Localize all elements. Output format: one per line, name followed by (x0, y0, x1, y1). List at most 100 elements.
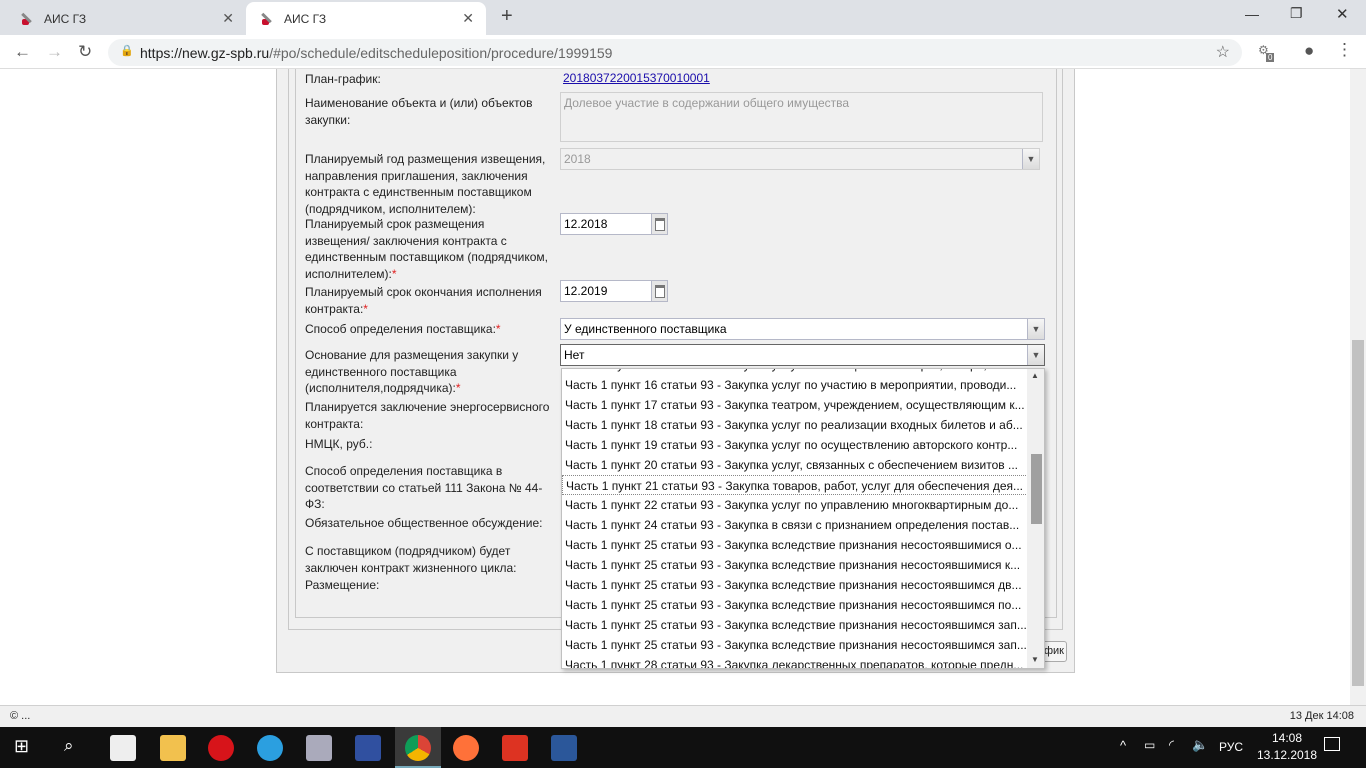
scroll-up-icon[interactable]: ▲ (1031, 371, 1039, 380)
year-value: 2018 (564, 152, 591, 166)
method-label-text: Способ определения поставщика: (305, 322, 496, 336)
url-host: https://new.gz-spb.ru (140, 44, 270, 61)
page-scrollbar-thumb[interactable] (1352, 340, 1364, 686)
file-explorer-icon[interactable] (160, 735, 186, 761)
new-tab-button[interactable]: + (501, 5, 513, 28)
required-mark: * (495, 322, 501, 336)
ie-icon[interactable] (257, 735, 283, 761)
status-right: 13 Дек 14:08 (1289, 710, 1354, 722)
clock-time[interactable]: 14:08 (1262, 731, 1312, 745)
scroll-down-icon[interactable]: ▼ (1031, 655, 1039, 664)
extension-icon[interactable]: ⚙ 0 (1258, 43, 1276, 62)
end-term-input[interactable]: 12.2019 (560, 280, 668, 302)
acrobat-icon[interactable] (502, 735, 528, 761)
app-icon[interactable] (306, 735, 332, 761)
url-path: /#po/schedule/editscheduleposition/proce… (269, 44, 613, 61)
dropdown-option[interactable]: Часть 1 пункт 22 статьи 93 - Закупка усл… (562, 495, 1028, 515)
tray-chevron-icon[interactable]: ^ (1120, 738, 1126, 753)
minimize-button[interactable]: — (1245, 6, 1259, 22)
end-term-label-text: Планируемый срок окончания исполнения ко… (305, 285, 542, 316)
dropdown-option[interactable]: Часть 1 пункт 15 статьи 93 - Закупка усл… (562, 369, 1028, 375)
clock-date[interactable]: 13.12.2018 (1252, 748, 1322, 762)
dropdown-option[interactable]: Часть 1 пункт 28 статьи 93 - Закупка лек… (562, 655, 1028, 668)
basis-label: Основание для размещения закупки у единс… (305, 347, 550, 397)
basis-dropdown-list[interactable]: Часть 1 пункт 15 статьи 93 - Закупка усл… (561, 368, 1045, 669)
tab-title: АИС ГЗ (44, 11, 87, 26)
profile-icon[interactable]: ● (1304, 41, 1314, 61)
firefox-icon[interactable] (453, 735, 479, 761)
chrome-icon (405, 735, 431, 761)
required-mark: * (391, 266, 397, 281)
dropdown-option[interactable]: Часть 1 пункт 25 статьи 93 - Закупка всл… (562, 555, 1028, 575)
bookmark-star-icon[interactable]: ☆ (1216, 42, 1230, 62)
dropdown-option[interactable]: Часть 1 пункт 25 статьи 93 - Закупка всл… (562, 615, 1028, 635)
dropdown-option[interactable]: Часть 1 пункт 25 статьи 93 - Закупка всл… (562, 595, 1028, 615)
search-icon[interactable]: ⌕ (64, 736, 74, 756)
dropdown-option[interactable]: Часть 1 пункт 25 статьи 93 - Закупка всл… (562, 535, 1028, 555)
basis-value: Нет (564, 348, 585, 362)
chevron-down-icon[interactable]: ▼ (1027, 345, 1044, 365)
chevron-down-icon[interactable]: ▼ (1022, 149, 1039, 169)
word-icon[interactable] (551, 735, 577, 761)
method-value: У единственного поставщика (564, 322, 727, 336)
basis-select[interactable]: Нет ▼ (560, 344, 1045, 366)
close-tab-icon[interactable]: ✕ (222, 10, 234, 27)
plan-link[interactable]: 2018037220015370010001 (563, 71, 710, 85)
object-textarea[interactable]: Долевое участие в содержании общего имущ… (560, 92, 1043, 142)
battery-icon[interactable]: ▭ (1144, 738, 1155, 752)
required-mark: * (455, 381, 461, 395)
method-select[interactable]: У единственного поставщика ▼ (560, 318, 1045, 340)
gavel-icon (260, 11, 276, 27)
close-window-button[interactable]: ✕ (1336, 5, 1349, 23)
reload-icon[interactable]: ↻ (78, 42, 92, 62)
dropdown-option[interactable]: Часть 1 пункт 18 статьи 93 - Закупка усл… (562, 415, 1028, 435)
chrome-taskbar-button[interactable] (395, 727, 441, 768)
nmck-label: НМЦК, руб.: (305, 437, 373, 451)
address-bar: ← → ↻ 🔒 https://new.gz-spb.ru/#po/schedu… (0, 35, 1366, 69)
tab-ais-gz-1[interactable]: АИС ГЗ ✕ (6, 2, 246, 35)
notice-term-value: 12.2018 (564, 217, 608, 231)
dropdown-option[interactable]: Часть 1 пункт 19 статьи 93 - Закупка усл… (562, 435, 1028, 455)
end-term-label: Планируемый срок окончания исполнения ко… (305, 284, 550, 317)
notice-term-input[interactable]: 12.2018 (560, 213, 668, 235)
language-indicator[interactable]: РУС (1219, 740, 1243, 754)
wifi-icon[interactable]: ◜ (1169, 737, 1174, 753)
art111-label: Способ определения поставщика в соответс… (305, 464, 543, 511)
notifications-icon[interactable] (1324, 737, 1340, 751)
discussion-label: Обязательное общественное обсуждение: (305, 516, 543, 530)
dropdown-scrollbar[interactable]: ▲ ▼ (1027, 369, 1044, 668)
taskbar: ⊞ ⌕ ^ ▭ ◜ 🔈 РУС 14:08 13.12.2018 (0, 727, 1366, 768)
forward-icon[interactable]: → (46, 42, 63, 62)
method-label: Способ определения поставщика:* (305, 321, 565, 338)
dropdown-option[interactable]: Часть 1 пункт 25 статьи 93 - Закупка всл… (562, 635, 1028, 655)
chevron-down-icon[interactable]: ▼ (1027, 319, 1044, 339)
extension-badge: 0 (1266, 53, 1275, 62)
dropdown-option[interactable]: Часть 1 пункт 21 статьи 93 - Закупка тов… (562, 475, 1028, 495)
year-select[interactable]: 2018 ▼ (560, 148, 1040, 170)
status-left: © ... (10, 710, 31, 722)
start-windows-icon[interactable]: ⊞ (14, 736, 29, 757)
lock-icon: 🔒 (120, 45, 134, 57)
url-input[interactable]: 🔒 https://new.gz-spb.ru/#po/schedule/edi… (108, 39, 1242, 66)
energy-label: Планируется заключение энергосервисного … (305, 400, 550, 431)
opera-icon[interactable] (208, 735, 234, 761)
close-tab-icon[interactable]: ✕ (462, 10, 474, 27)
calendar-icon[interactable] (651, 281, 667, 301)
dropdown-option[interactable]: Часть 1 пункт 24 статьи 93 - Закупка в с… (562, 515, 1028, 535)
notice-term-label-text: Планируемый срок размещения извещения/ з… (305, 217, 548, 281)
dropdown-option[interactable]: Часть 1 пункт 17 статьи 93 - Закупка теа… (562, 395, 1028, 415)
tab-title: АИС ГЗ (284, 11, 327, 26)
tab-ais-gz-2[interactable]: АИС ГЗ ✕ (246, 2, 486, 35)
back-icon[interactable]: ← (14, 42, 31, 62)
dropdown-scrollbar-thumb[interactable] (1031, 454, 1042, 524)
volume-icon[interactable]: 🔈 (1192, 737, 1208, 753)
mail-icon[interactable] (110, 735, 136, 761)
dropdown-option[interactable]: Часть 1 пункт 25 статьи 93 - Закупка всл… (562, 575, 1028, 595)
dropdown-option[interactable]: Часть 1 пункт 16 статьи 93 - Закупка усл… (562, 375, 1028, 395)
calendar-icon[interactable] (651, 214, 667, 234)
maximize-button[interactable]: ❐ (1290, 5, 1303, 22)
gavel-icon (20, 11, 36, 27)
save-app-icon[interactable] (355, 735, 381, 761)
dropdown-option[interactable]: Часть 1 пункт 20 статьи 93 - Закупка усл… (562, 455, 1028, 475)
menu-icon[interactable]: ⋮ (1336, 40, 1353, 60)
